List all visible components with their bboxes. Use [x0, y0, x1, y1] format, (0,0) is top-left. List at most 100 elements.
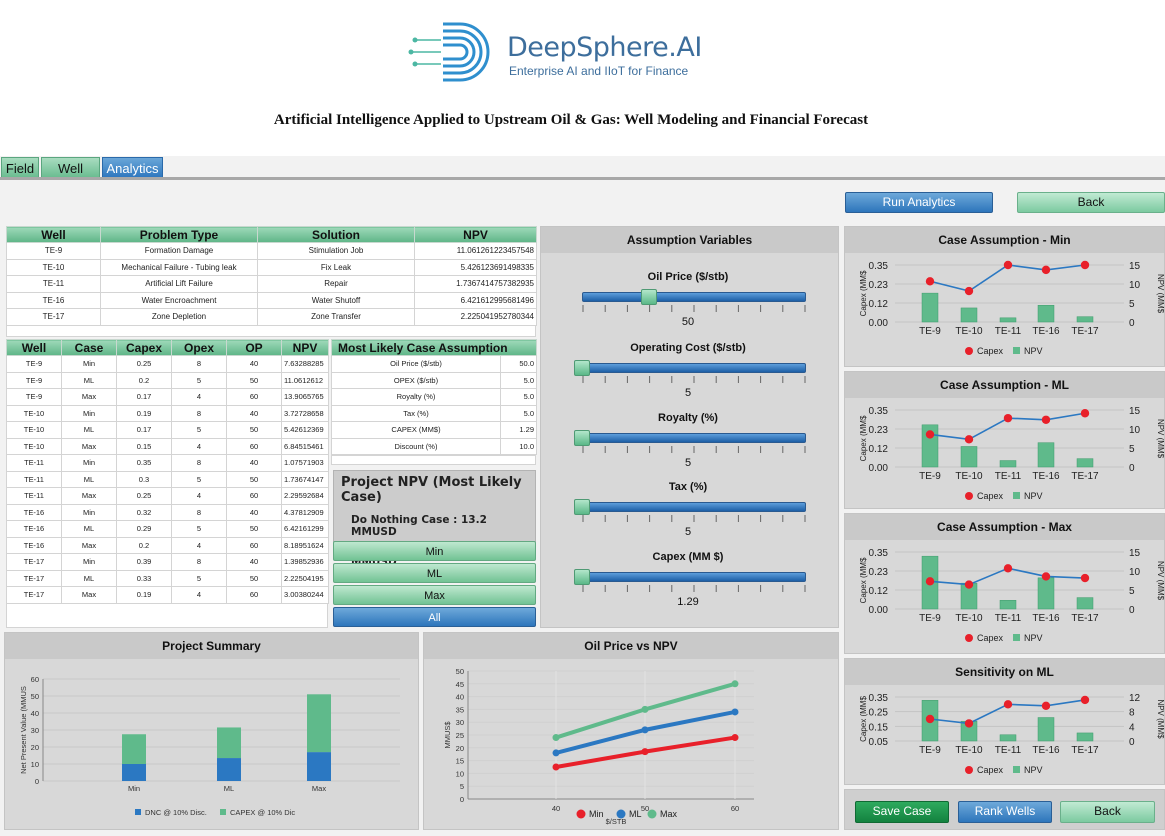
left-tick-label: 0.00 [869, 605, 889, 616]
table-row[interactable]: TE-17 ML 0.33 5 50 2.22504195 [6, 569, 329, 587]
case-max-title: Case Assumption - Max [845, 514, 1164, 540]
y-tick-label: 60 [31, 675, 39, 684]
x-tick-label: TE-9 [919, 745, 941, 756]
table-row[interactable]: TE-10 Max 0.15 4 60 6.84515461 [6, 437, 329, 455]
capex-point [1041, 701, 1051, 710]
slider-label: Tax (%) [668, 481, 708, 493]
table-row[interactable]: TE-16 Max 0.2 4 60 8.18951624 [6, 536, 329, 554]
table-row: Oil Price ($/stb) 50.0 [331, 355, 537, 373]
back-button-top[interactable]: Back [1017, 192, 1165, 213]
y-tick-label: 45 [456, 680, 464, 689]
tab-well[interactable]: Well [41, 157, 100, 178]
project-npv-box: Project NPV (Most Likely Case) Do Nothin… [333, 470, 536, 568]
x-tick-label: TE-16 [1032, 745, 1060, 756]
slider-track[interactable] [582, 572, 806, 582]
table-row[interactable]: TE-10 Min 0.19 8 40 3.72728658 [6, 404, 329, 422]
table-cell: TE-10 [6, 404, 62, 422]
table-row[interactable]: TE-11 ML 0.3 5 50 1.73674147 [6, 470, 329, 488]
x-tick-label: TE-11 [995, 471, 1022, 482]
slider-thumb[interactable] [641, 289, 658, 305]
back-button-bottom[interactable]: Back [1060, 801, 1155, 823]
table-cell: Repair [257, 275, 415, 293]
capex-point [1080, 409, 1090, 418]
table-cell: 5.426123691498335 [414, 258, 537, 276]
assumption-label: Royalty (%) [331, 388, 501, 406]
tab-analytics[interactable]: Analytics [102, 157, 163, 178]
case-all-button[interactable]: All [333, 607, 536, 627]
case-max-button[interactable]: Max [333, 585, 536, 605]
table-row[interactable]: TE-9 Formation Damage Stimulation Job 11.06… [6, 242, 537, 260]
case-ml-button[interactable]: ML [333, 563, 536, 583]
slider-thumb[interactable] [574, 569, 590, 585]
table-cell: 50 [226, 421, 282, 439]
table-row[interactable]: TE-9 Max 0.17 4 60 13.9065765 [6, 388, 329, 406]
y-tick-label: 35 [456, 705, 464, 714]
logo-mark [408, 22, 490, 82]
table-row[interactable]: TE-9 Min 0.25 8 40 7.63288285 [6, 355, 329, 373]
slider-thumb[interactable] [574, 430, 590, 446]
tab-field[interactable]: Field [1, 157, 39, 178]
table-cell: 0.19 [116, 404, 172, 422]
table-row[interactable]: TE-10 Mechanical Failure - Tubing leak Fix… [6, 258, 537, 276]
table-cell: 5 [171, 371, 227, 389]
case-ml-panel: Case Assumption - ML 0.35 0.23 0.12 0.00 15 1… [844, 371, 1165, 509]
data-point [641, 748, 649, 756]
slider-ticks [582, 446, 806, 453]
npv-bar [1076, 458, 1094, 468]
table-row[interactable]: TE-11 Max 0.25 4 60 2.29592684 [6, 487, 329, 505]
y-tick-label: 50 [456, 667, 464, 676]
table-cell: 0.32 [116, 503, 172, 521]
case-min-button[interactable]: Min [333, 541, 536, 561]
right-tick-label: 0 [1129, 605, 1135, 616]
assumption-label: Tax (%) [331, 404, 501, 422]
assumption-value: 1.29 [500, 421, 537, 439]
table-cell: TE-10 [6, 421, 62, 439]
x-tick-label: 50 [641, 804, 649, 813]
do-nothing-case-text: Do Nothing Case : 13.2 MMUSD [351, 514, 487, 538]
brand-name: DeepSphere.AI [507, 32, 702, 63]
assumption-value: 5.0 [500, 371, 537, 389]
table-cell: 50 [226, 569, 282, 587]
assumption-variables-title: Assumption Variables [541, 227, 838, 253]
run-analytics-button[interactable]: Run Analytics [845, 192, 993, 213]
table-row[interactable]: TE-9 ML 0.2 5 50 11.0612612 [6, 371, 329, 389]
left-tick-label: 0.12 [869, 299, 889, 310]
project-summary-chart: 0 10 20 30 40 50 60Net Present Value (MMUS Min M… [19, 675, 400, 817]
table-row[interactable]: TE-17 Zone Depletion Zone Transfer 2.225041… [6, 308, 537, 326]
legend-swatch [135, 809, 141, 815]
npv-bar [960, 446, 978, 468]
table-row[interactable]: TE-17 Max 0.19 4 60 3.00380244 [6, 586, 329, 604]
slider-track[interactable] [582, 363, 806, 373]
table-row[interactable]: TE-16 Min 0.32 8 40 4.37812909 [6, 503, 329, 521]
table-cell: 0.35 [116, 454, 172, 472]
table-row[interactable]: TE-11 Artificial Lift Failure Repair 1.7367… [6, 275, 537, 293]
capex-point [1080, 573, 1090, 583]
table-cell: TE-10 [6, 437, 62, 455]
y-tick-label: 10 [456, 769, 464, 778]
table-cell: 11.061261223457548 [414, 242, 537, 260]
brand-tagline: Enterprise AI and IIoT for Finance [509, 64, 689, 78]
table-cell: 40 [226, 355, 282, 373]
table-row[interactable]: TE-17 Min 0.39 8 40 1.39852936 [6, 553, 329, 571]
table-cell: 0.29 [116, 520, 172, 538]
bar-segment [307, 694, 331, 753]
table-cell: 60 [226, 586, 282, 604]
bar-segment [122, 764, 146, 781]
table-cell: TE-11 [6, 487, 62, 505]
left-tick-label: 0.12 [869, 586, 889, 597]
table-row[interactable]: TE-11 Min 0.35 8 40 1.07571903 [6, 454, 329, 472]
slider-track[interactable] [582, 292, 806, 302]
table-row[interactable]: TE-16 ML 0.29 5 50 6.42161299 [6, 520, 329, 538]
slider-thumb[interactable] [574, 499, 590, 515]
slider-track[interactable] [582, 502, 806, 512]
legend-swatch [1013, 634, 1020, 641]
slider-thumb[interactable] [574, 360, 590, 376]
table-cell: 4 [171, 388, 227, 406]
save-case-button[interactable]: Save Case [855, 801, 949, 823]
table-row[interactable]: TE-10 ML 0.17 5 50 5.42612369 [6, 421, 329, 439]
rank-wells-button[interactable]: Rank Wells [958, 801, 1052, 823]
table-row[interactable]: TE-16 Water Encroachment Water Shutoff 6.42… [6, 291, 537, 309]
left-tick-label: 0.35 [869, 261, 889, 272]
table-cell: 50 [226, 470, 282, 488]
slider-track[interactable] [582, 433, 806, 443]
